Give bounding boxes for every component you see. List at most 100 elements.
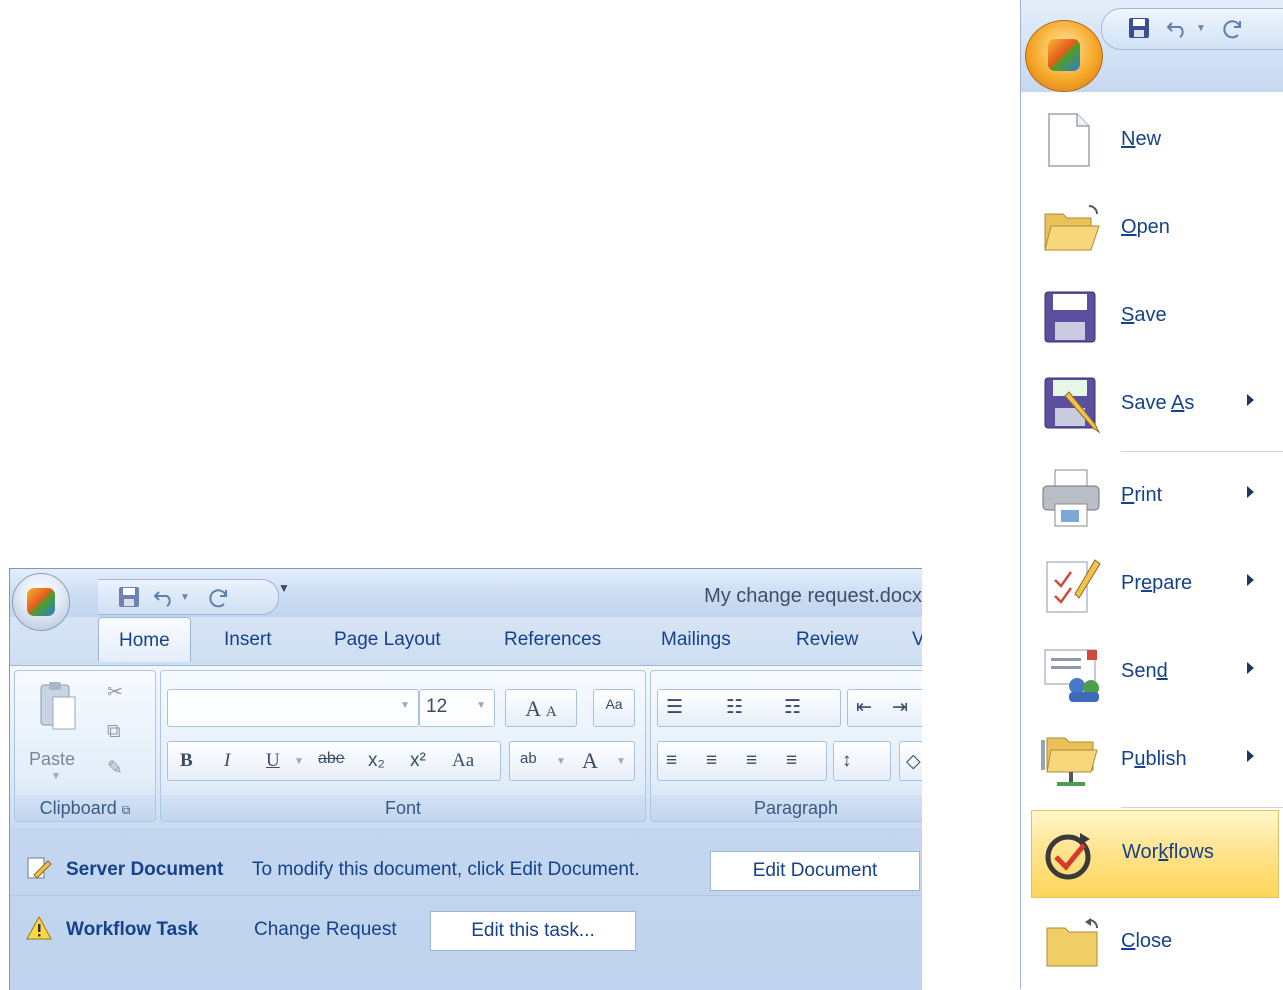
menu-label-prepare: Prepare — [1121, 572, 1192, 595]
change-case-button[interactable]: Aa — [452, 750, 474, 772]
customize-qat-icon[interactable]: ▼ — [278, 581, 290, 595]
strikethrough-button[interactable]: abe — [318, 750, 345, 768]
menu-item-print[interactable]: Print — [1021, 454, 1283, 542]
increase-indent-icon[interactable]: ⇥ — [892, 696, 908, 719]
clipboard-launcher-icon[interactable]: ⧉ — [122, 803, 131, 817]
menu-separator — [1121, 451, 1283, 452]
tab-mailings[interactable]: Mailings — [661, 629, 731, 651]
italic-button[interactable]: I — [224, 750, 230, 772]
font-name-input[interactable]: ▼ — [167, 689, 419, 727]
font-size-value: 12 — [426, 696, 448, 717]
menu-label-new: New — [1121, 128, 1161, 151]
bold-button[interactable]: B — [180, 750, 193, 772]
undo-dropdown-icon[interactable]: ▼ — [180, 592, 190, 603]
edit-task-button[interactable]: Edit this task... — [430, 911, 636, 951]
font-size-input[interactable]: 12 ▼ — [419, 689, 495, 727]
menu-undo-dropdown-icon[interactable]: ▼ — [1196, 23, 1206, 34]
color-buttons: ab ▼ A ▼ — [509, 741, 635, 781]
tab-references[interactable]: References — [504, 629, 601, 651]
format-painter-icon[interactable]: ✎ — [107, 757, 123, 780]
font-color-button[interactable]: A — [582, 748, 598, 774]
paste-button[interactable]: Paste — [29, 749, 75, 770]
menu-item-close[interactable]: Close — [1021, 900, 1283, 988]
menu-save-icon[interactable] — [1128, 17, 1150, 39]
tab-page-layout[interactable]: Page Layout — [334, 629, 441, 651]
justify-icon[interactable]: ≡ — [786, 750, 797, 772]
menu-label-send: Send — [1121, 660, 1168, 683]
menu-item-open[interactable]: Open — [1021, 186, 1283, 274]
highlight-button[interactable]: ab — [520, 750, 537, 767]
office-logo-icon — [27, 588, 55, 616]
paragraph-label: Paragraph — [753, 798, 839, 818]
copy-icon[interactable]: ⧉ — [107, 721, 121, 743]
title-bar: ▼ ▼ My change request.docx — [10, 569, 922, 631]
shading-icon: ◇ — [906, 751, 921, 772]
menu-item-workflows[interactable]: Workflows — [1031, 810, 1279, 898]
server-document-bar: Server Document To modify this document,… — [10, 843, 922, 895]
save-accelerator: S — [1121, 304, 1135, 326]
menu-item-prepare[interactable]: Prepare — [1021, 542, 1283, 630]
quick-access-toolbar: ▼ — [98, 579, 279, 615]
menu-item-send[interactable]: Send — [1021, 630, 1283, 718]
tab-view[interactable]: V — [912, 629, 922, 651]
shading-button[interactable]: ◇ — [899, 741, 922, 781]
superscript-button[interactable]: x² — [410, 750, 426, 772]
decrease-indent-icon[interactable]: ⇤ — [856, 696, 872, 719]
paste-dropdown-icon[interactable]: ▼ — [51, 771, 61, 782]
print-accelerator: P — [1121, 484, 1135, 506]
office-menu-header: ▼ — [1021, 0, 1283, 92]
subscript-button[interactable]: x₂ — [368, 750, 385, 772]
prepare-submenu-arrow-icon — [1247, 574, 1254, 586]
publish-label-pre: P — [1121, 748, 1135, 770]
paste-icon[interactable] — [37, 681, 77, 733]
menu-office-logo-icon — [1048, 39, 1080, 71]
ribbon-tabs: Home Insert Page Layout References Maili… — [10, 617, 922, 665]
numbering-icon[interactable]: ☷ — [726, 696, 743, 719]
bullets-icon[interactable]: ☰ — [666, 696, 683, 719]
shrink-font-button[interactable]: A — [546, 704, 557, 720]
close-accelerator: C — [1121, 930, 1136, 952]
edit-document-button[interactable]: Edit Document — [710, 851, 920, 891]
menu-undo-icon[interactable] — [1166, 17, 1188, 39]
server-document-title: Server Document — [66, 859, 224, 880]
menu-item-publish[interactable]: Publish — [1021, 718, 1283, 806]
tab-home[interactable]: Home — [98, 617, 191, 662]
ribbon: Paste ▼ ✂ ⧉ ✎ Clipboard ⧉ ▼ 12 ▼ A A Aa … — [10, 665, 922, 828]
menu-item-save-as[interactable]: Save As — [1021, 362, 1283, 450]
tab-insert[interactable]: Insert — [224, 629, 272, 651]
clipboard-group-label: Clipboard ⧉ — [15, 795, 155, 821]
grow-font-button[interactable]: A — [525, 696, 541, 721]
font-name-dropdown-icon[interactable]: ▼ — [400, 700, 410, 711]
prepare-icon — [1045, 554, 1101, 620]
menu-label-workflows: Workflows — [1122, 841, 1214, 864]
menu-label-print: Print — [1121, 484, 1162, 507]
align-center-icon[interactable]: ≡ — [706, 750, 717, 772]
underline-dropdown-icon[interactable]: ▼ — [294, 756, 304, 767]
underline-button[interactable]: U — [266, 750, 280, 772]
font-color-dropdown-icon[interactable]: ▼ — [616, 756, 626, 767]
publish-accelerator: u — [1134, 748, 1146, 770]
multilevel-list-icon[interactable]: ☶ — [784, 696, 801, 719]
redo-icon[interactable] — [208, 586, 230, 608]
menu-item-save[interactable]: Save — [1021, 274, 1283, 362]
align-left-icon[interactable]: ≡ — [666, 750, 677, 772]
workflows-icon — [1042, 829, 1096, 889]
grow-shrink-font-buttons: A A — [505, 689, 577, 727]
send-icon — [1043, 648, 1103, 710]
align-right-icon[interactable]: ≡ — [746, 750, 757, 772]
prepare-label-pre: Pr — [1121, 572, 1141, 594]
edit-document-icon — [26, 855, 52, 881]
font-size-dropdown-icon[interactable]: ▼ — [476, 700, 486, 711]
line-spacing-button[interactable]: ↕ — [833, 741, 891, 781]
clear-formatting-icon[interactable]: Aa — [593, 689, 635, 727]
tab-review[interactable]: Review — [796, 629, 858, 651]
highlight-dropdown-icon[interactable]: ▼ — [556, 756, 566, 767]
cut-icon[interactable]: ✂ — [107, 681, 123, 704]
server-document-message: To modify this document, click Edit Docu… — [252, 859, 640, 880]
menu-redo-icon[interactable] — [1222, 17, 1244, 39]
save-icon[interactable] — [118, 586, 140, 608]
office-button-active[interactable] — [1025, 20, 1103, 92]
undo-icon[interactable] — [153, 586, 175, 608]
menu-item-new[interactable]: New — [1021, 98, 1283, 186]
save-label-rest: ave — [1134, 304, 1167, 326]
